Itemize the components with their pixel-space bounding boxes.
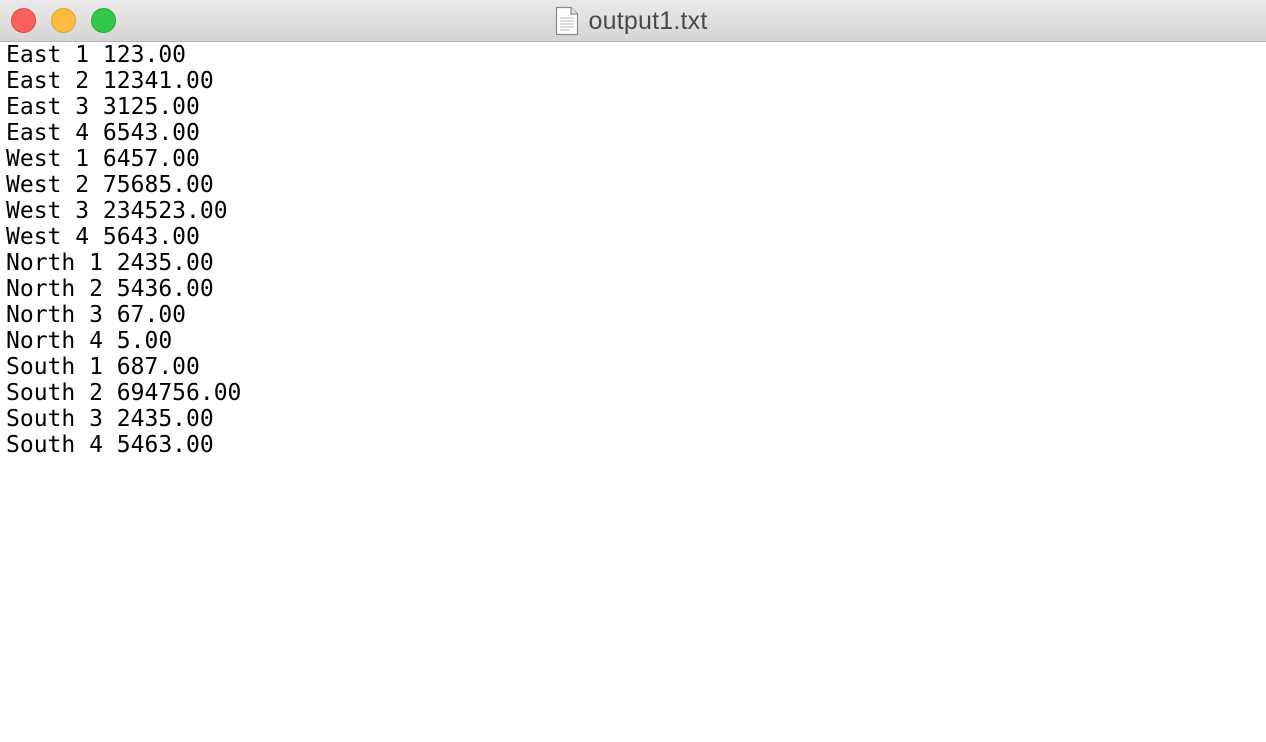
text-line: West 2 75685.00 [6,172,214,198]
zoom-button[interactable] [91,8,116,33]
document-icon[interactable] [555,6,579,36]
text-line: West 3 234523.00 [6,198,228,224]
text-line: West 4 5643.00 [6,224,200,250]
text-line: North 2 5436.00 [6,276,214,302]
document-text-area[interactable]: East 1 123.00 East 2 12341.00 East 3 312… [6,42,1260,736]
text-line: South 2 694756.00 [6,380,242,406]
window-title: output1.txt [588,6,708,35]
text-line: South 1 687.00 [6,354,200,380]
text-line: North 1 2435.00 [6,250,214,276]
text-line: North 4 5.00 [6,328,173,354]
text-line: East 2 12341.00 [6,68,214,94]
close-button[interactable] [11,8,36,33]
text-line: East 1 123.00 [6,42,187,68]
textedit-window: output1.txt East 1 123.00 East 2 12341.0… [0,0,1266,742]
text-line: South 3 2435.00 [6,406,214,432]
text-line: South 4 5463.00 [6,432,214,458]
text-line: North 3 67.00 [6,302,187,328]
text-line: East 3 3125.00 [6,94,200,120]
text-line: West 1 6457.00 [6,146,200,172]
minimize-button[interactable] [51,8,76,33]
window-title-group: output1.txt [0,0,1266,42]
text-line: East 4 6543.00 [6,120,200,146]
title-bar[interactable]: output1.txt [0,0,1266,42]
